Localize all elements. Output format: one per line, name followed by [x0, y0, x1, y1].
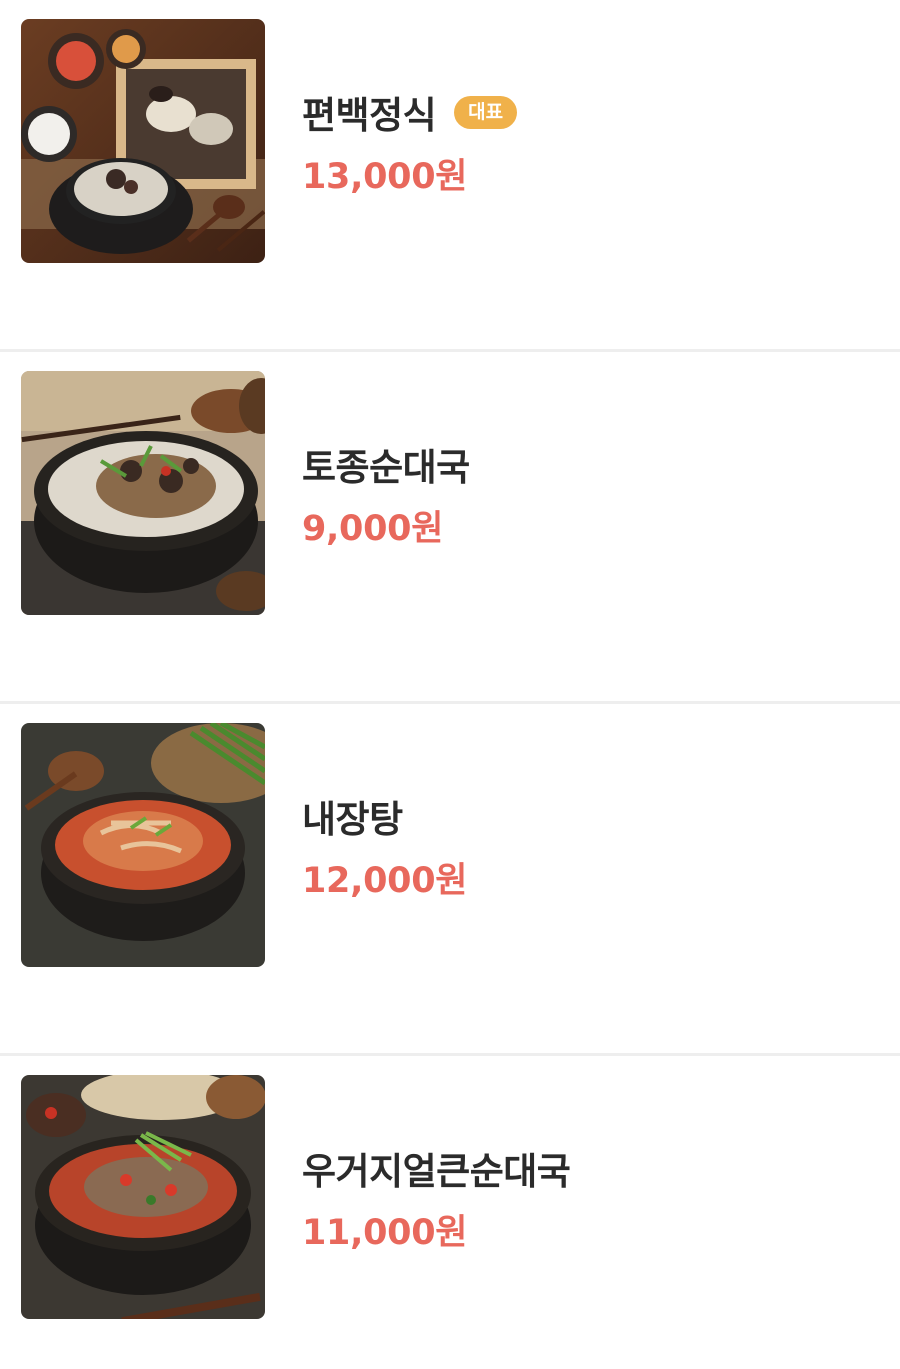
signature-badge: 대표 — [454, 95, 518, 129]
menu-item-price: 12,000원 — [302, 861, 468, 901]
menu-item-name: 우거지얼큰순대국 — [302, 1150, 571, 1193]
menu-item-price: 11,000원 — [302, 1213, 468, 1253]
menu-item-name: 내장탕 — [302, 798, 403, 841]
menu-item-image[interactable] — [21, 371, 265, 615]
menu-list: 편백정식 대표 13,000원 토종순대국 9,000원 내장탕 12,000원… — [0, 0, 900, 1368]
menu-item-info: 편백정식 대표 13,000원 — [302, 88, 518, 199]
menu-item-info: 내장탕 12,000원 — [302, 792, 467, 903]
menu-item-ugeoji-sundaeguk[interactable]: 우거지얼큰순대국 11,000원 — [0, 1056, 900, 1368]
menu-item-naejangtang[interactable]: 내장탕 12,000원 — [0, 704, 900, 1056]
menu-item-image[interactable] — [21, 723, 265, 967]
menu-item-info: 토종순대국 9,000원 — [302, 440, 470, 551]
menu-item-image[interactable] — [21, 19, 265, 263]
menu-item-pyeonbaek[interactable]: 편백정식 대표 13,000원 — [0, 0, 900, 352]
menu-item-tojong-sundaeguk[interactable]: 토종순대국 9,000원 — [0, 352, 900, 704]
menu-item-name: 편백정식 — [302, 94, 437, 137]
menu-item-image[interactable] — [21, 1075, 265, 1319]
menu-item-name: 토종순대국 — [302, 446, 470, 489]
menu-item-price: 13,000원 — [302, 157, 468, 197]
menu-item-name-row: 토종순대국 — [302, 440, 470, 489]
menu-item-name-row: 우거지얼큰순대국 — [302, 1144, 571, 1193]
menu-item-price: 9,000원 — [302, 509, 444, 549]
menu-item-name-row: 내장탕 — [302, 792, 467, 841]
menu-item-name-row: 편백정식 대표 — [302, 88, 518, 137]
menu-item-info: 우거지얼큰순대국 11,000원 — [302, 1144, 571, 1255]
